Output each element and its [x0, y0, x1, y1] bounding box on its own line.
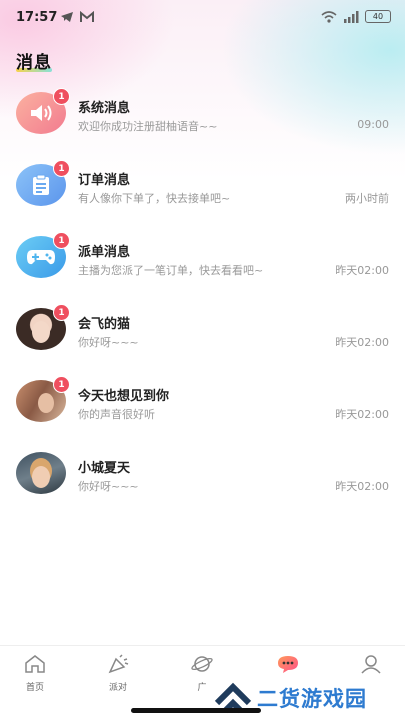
mail-icon — [80, 11, 94, 22]
message-title: 系统消息 — [78, 101, 131, 116]
message-time: 09:00 — [357, 118, 389, 131]
telegram-icon — [61, 12, 73, 22]
avatar: 1 — [16, 304, 70, 350]
unread-badge: 1 — [53, 304, 70, 321]
message-item-dispatch[interactable]: 1 派单消息 主播为您派了一笔订单，快去看看吧~ 昨天02:00 — [0, 226, 405, 298]
battery-icon: 40 — [365, 10, 391, 23]
message-time: 昨天02:00 — [335, 336, 389, 349]
message-title: 订单消息 — [78, 173, 131, 188]
profile-icon — [361, 655, 381, 674]
speaker-icon — [31, 105, 52, 121]
avatar — [16, 452, 66, 494]
avatar: 1 — [16, 232, 70, 278]
unread-badge: 1 — [53, 160, 70, 177]
chat-icon — [278, 656, 298, 673]
message-preview: 你好呀~~~ — [78, 480, 139, 493]
message-time: 两小时前 — [345, 192, 389, 205]
gamepad-icon — [27, 250, 55, 265]
watermark: 二货游戏园 — [213, 676, 405, 720]
home-icon — [25, 655, 45, 673]
tab-label: 派对 — [108, 683, 127, 693]
message-title: 小城夏天 — [78, 461, 131, 476]
message-preview: 有人像你下单了，快去接单吧~ — [78, 192, 231, 205]
message-time: 昨天02:00 — [335, 264, 389, 277]
message-time: 昨天02:00 — [335, 480, 389, 493]
wifi-icon — [321, 10, 337, 23]
tab-party[interactable]: 派对 — [93, 654, 143, 693]
unread-badge: 1 — [53, 88, 70, 105]
message-title: 今天也想见到你 — [78, 389, 170, 404]
message-preview: 欢迎你成功注册甜柚语音~~ — [78, 120, 218, 133]
status-system-icons: 40 — [321, 10, 391, 23]
message-item-order[interactable]: 1 订单消息 有人像你下单了，快去接单吧~ 两小时前 — [0, 154, 405, 226]
clipboard-icon — [33, 174, 49, 195]
message-time: 昨天02:00 — [335, 408, 389, 421]
unread-badge: 1 — [53, 376, 70, 393]
status-bar: 17:57 40 — [0, 0, 405, 38]
message-list: 1 系统消息 欢迎你成功注册甜柚语音~~ 09:00 1 订单消息 有人像你下单… — [0, 82, 405, 514]
tab-home[interactable]: 首页 — [10, 654, 60, 693]
signal-icon — [344, 10, 359, 23]
tab-label: 首页 — [25, 683, 44, 693]
home-indicator[interactable] — [131, 708, 261, 713]
battery-level: 40 — [372, 12, 384, 21]
message-item-user[interactable]: 1 会飞的猫 你好呀~~~ 昨天02:00 — [0, 298, 405, 370]
avatar: 1 — [16, 160, 70, 206]
message-item-user[interactable]: 小城夏天 你好呀~~~ 昨天02:00 — [0, 442, 405, 514]
page-title: 消息 — [16, 53, 52, 73]
user-photo — [16, 452, 66, 494]
watermark-text: 二货游戏园 — [257, 687, 367, 711]
message-preview: 你好呀~~~ — [78, 336, 139, 349]
message-title: 派单消息 — [78, 245, 131, 260]
message-preview: 主播为您派了一笔订单，快去看看吧~ — [78, 264, 264, 277]
unread-badge: 1 — [53, 232, 70, 249]
avatar: 1 — [16, 88, 70, 134]
message-item-user[interactable]: 1 今天也想见到你 你的声音很好听 昨天02:00 — [0, 370, 405, 442]
avatar: 1 — [16, 376, 70, 422]
message-item-system[interactable]: 1 系统消息 欢迎你成功注册甜柚语音~~ 09:00 — [0, 82, 405, 154]
status-time: 17:57 — [16, 10, 58, 25]
status-notifications — [60, 11, 94, 23]
party-icon — [108, 654, 129, 674]
message-preview: 你的声音很好听 — [78, 408, 155, 421]
message-title: 会飞的猫 — [78, 317, 131, 332]
planet-icon — [191, 656, 213, 672]
